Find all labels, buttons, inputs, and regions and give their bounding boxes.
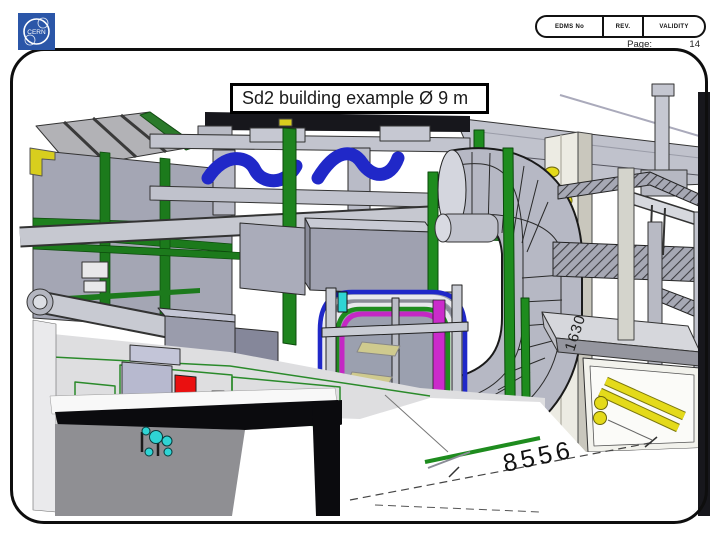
svg-text:CERN: CERN	[27, 29, 46, 36]
rev-label: REV.	[602, 17, 642, 36]
validity-label: VALIDITY	[642, 17, 704, 36]
cyan-fitting	[337, 291, 348, 313]
page-indicator: Page: 14	[560, 39, 708, 51]
page-number: 14	[689, 39, 700, 50]
magenta-pipe-highlight	[432, 299, 446, 396]
slide-title: Sd2 building example Ø 9 m	[230, 83, 489, 114]
yellow-clip	[278, 118, 293, 127]
cern-logo: CERN	[18, 13, 55, 50]
edms-no-label: EDMS No	[554, 23, 585, 30]
cern-logo-icon: CERN	[23, 17, 50, 46]
cad-3d-scene: 1630 8556	[19, 83, 704, 516]
page-label: Page:	[627, 39, 652, 50]
slide-drop-shadow	[698, 92, 710, 516]
yellow-pipe-box	[582, 357, 701, 453]
slide-page: 1630 8556 Sd2 building example Ø 9 m CER…	[0, 0, 720, 540]
edms-header-box: EDMS No REV. VALIDITY	[535, 15, 706, 38]
